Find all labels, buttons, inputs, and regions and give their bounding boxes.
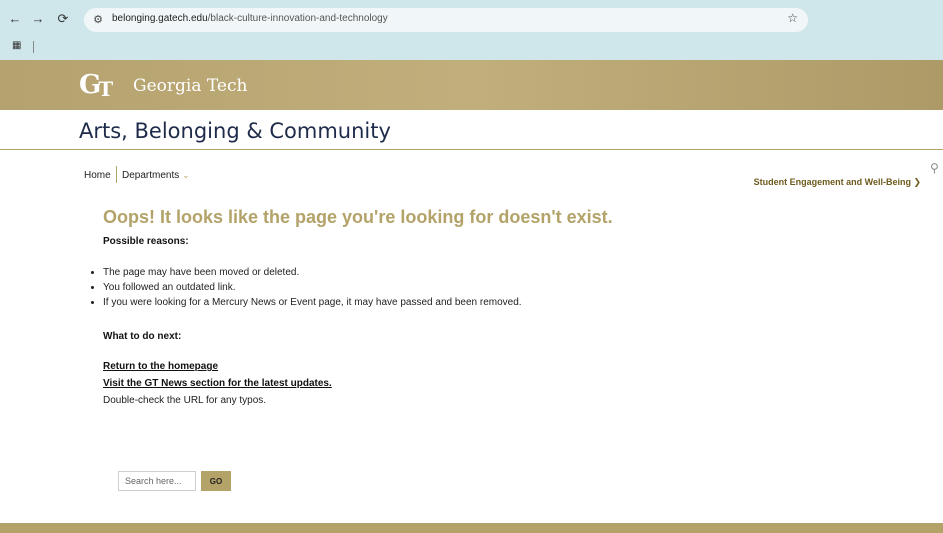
apps-grid-icon[interactable]: ▦ bbox=[12, 40, 21, 51]
search-input[interactable] bbox=[118, 471, 196, 491]
list-item: The page may have been moved or deleted. bbox=[103, 265, 522, 280]
address-bar[interactable]: ⚙ belonging.gatech.edu/black-culture-inn… bbox=[84, 8, 808, 32]
error-heading: Oops! It looks like the page you're look… bbox=[103, 207, 613, 227]
title-divider bbox=[0, 149, 943, 150]
site-title[interactable]: Arts, Belonging & Community bbox=[79, 119, 391, 143]
nav-departments-label: Departments bbox=[122, 170, 180, 181]
bookmarks-bar: ▦ bbox=[0, 38, 943, 56]
url-host: belonging.gatech.edu bbox=[112, 13, 208, 24]
back-icon[interactable]: ← bbox=[6, 10, 24, 28]
list-item: You followed an outdated link. bbox=[103, 280, 522, 295]
gt-logo-g: G bbox=[79, 70, 101, 100]
student-engagement-link[interactable]: Student Engagement and Well-Being ❯ bbox=[754, 177, 921, 188]
gt-logo-icon[interactable]: GT bbox=[79, 70, 113, 101]
browser-chrome: ← → ⟳ ⚙ belonging.gatech.edu/black-cultu… bbox=[0, 0, 943, 60]
forward-icon[interactable]: → bbox=[29, 10, 47, 28]
gt-header-banner: GT Georgia Tech bbox=[0, 60, 943, 110]
next-steps-label: What to do next: bbox=[103, 331, 182, 342]
reasons-list: The page may have been moved or deleted.… bbox=[90, 265, 522, 310]
bookmarks-divider bbox=[33, 41, 34, 53]
nav-home-link[interactable]: Home bbox=[84, 170, 111, 181]
search-icon[interactable]: ⚲ bbox=[930, 161, 939, 175]
return-home-link[interactable]: Return to the homepage bbox=[103, 361, 218, 372]
reload-icon[interactable]: ⟳ bbox=[54, 10, 72, 28]
nav-departments-menu[interactable]: Departments ⌄ bbox=[122, 170, 190, 181]
gt-news-link[interactable]: Visit the GT News section for the latest… bbox=[103, 378, 332, 389]
nav-divider bbox=[116, 166, 117, 183]
reasons-label: Possible reasons: bbox=[103, 236, 189, 247]
footer-band bbox=[0, 523, 943, 533]
chevron-down-icon: ⌄ bbox=[182, 170, 190, 180]
gt-logo-text[interactable]: Georgia Tech bbox=[133, 76, 247, 96]
search-go-button[interactable]: GO bbox=[201, 471, 231, 491]
check-url-text: Double-check the URL for any typos. bbox=[103, 395, 267, 406]
site-info-icon[interactable]: ⚙ bbox=[90, 12, 106, 28]
gt-logo-t: T bbox=[98, 77, 113, 101]
url-text: belonging.gatech.edu/black-culture-innov… bbox=[112, 13, 388, 24]
bookmark-star-icon[interactable]: ☆ bbox=[787, 11, 798, 25]
url-path: /black-culture-innovation-and-technology bbox=[207, 13, 388, 24]
browser-toolbar: ← → ⟳ ⚙ belonging.gatech.edu/black-cultu… bbox=[0, 8, 943, 32]
list-item: If you were looking for a Mercury News o… bbox=[103, 295, 522, 310]
